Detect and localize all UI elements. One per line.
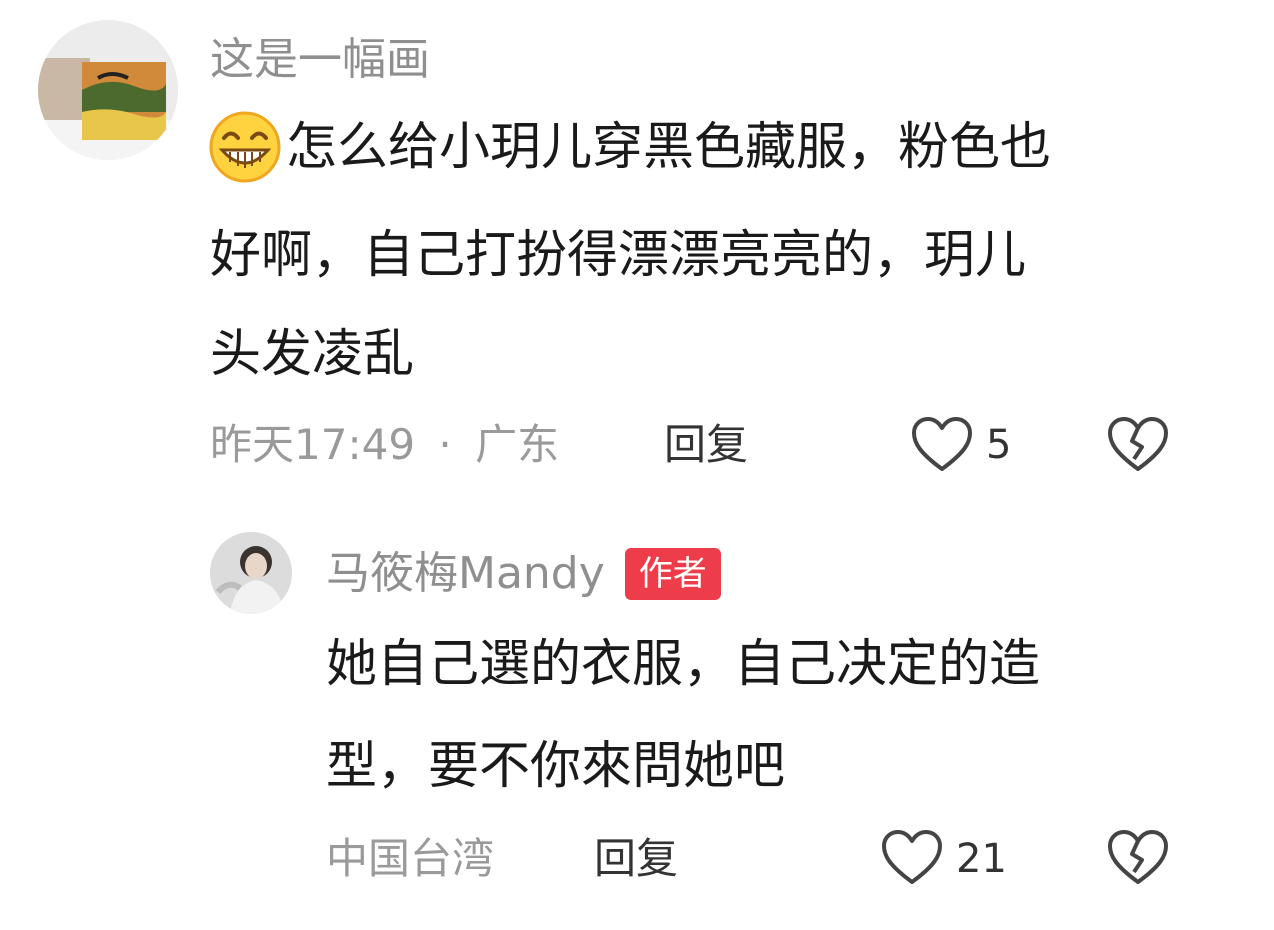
comment-meta: 昨天17:49 · 广东 (210, 420, 559, 470)
comment-like-count: 5 (986, 422, 1012, 468)
meta-separator: · (438, 420, 452, 469)
reply-text-line-2: 型，要不你來問她吧 (326, 737, 786, 796)
reply-avatar-image (210, 532, 292, 614)
reply-like-count: 21 (956, 836, 1007, 882)
broken-heart-icon (1108, 417, 1168, 471)
comment-dislike-button[interactable] (1106, 415, 1170, 475)
comment-time: 昨天17:49 (210, 420, 416, 469)
commenter-username[interactable]: 这是一幅画 (210, 34, 430, 86)
comment-reply-button[interactable]: 回复 (664, 420, 748, 470)
reply-reply-button[interactable]: 回复 (594, 834, 678, 884)
comment-like-button[interactable] (910, 415, 974, 475)
reply-username[interactable]: 马筱梅Mandy (326, 548, 605, 600)
author-badge: 作者 (624, 548, 721, 600)
grinning-face-icon (208, 110, 282, 184)
heart-icon (912, 417, 972, 471)
commenter-avatar-image (38, 20, 178, 160)
heart-icon (882, 830, 942, 884)
comment-text-line-3: 头发凌乱 (210, 325, 415, 384)
broken-heart-icon (1108, 830, 1168, 884)
reply-header: 马筱梅Mandy 作者 (326, 548, 721, 600)
reply-like-button[interactable] (880, 828, 944, 888)
comment-text-line-1: 怎么给小玥儿穿黑色藏服，粉色也 (286, 118, 1052, 177)
reply-avatar[interactable] (210, 532, 292, 614)
reply-text-line-1: 她自己選的衣服，自己决定的造 (326, 635, 1041, 694)
comment-location: 广东 (475, 420, 560, 469)
reply-dislike-button[interactable] (1106, 828, 1170, 888)
comment-text-line-2: 好啊，自己打扮得漂漂亮亮的，玥儿 (210, 226, 1027, 285)
reply-location: 中国台湾 (326, 834, 495, 883)
commenter-avatar[interactable] (38, 20, 178, 160)
